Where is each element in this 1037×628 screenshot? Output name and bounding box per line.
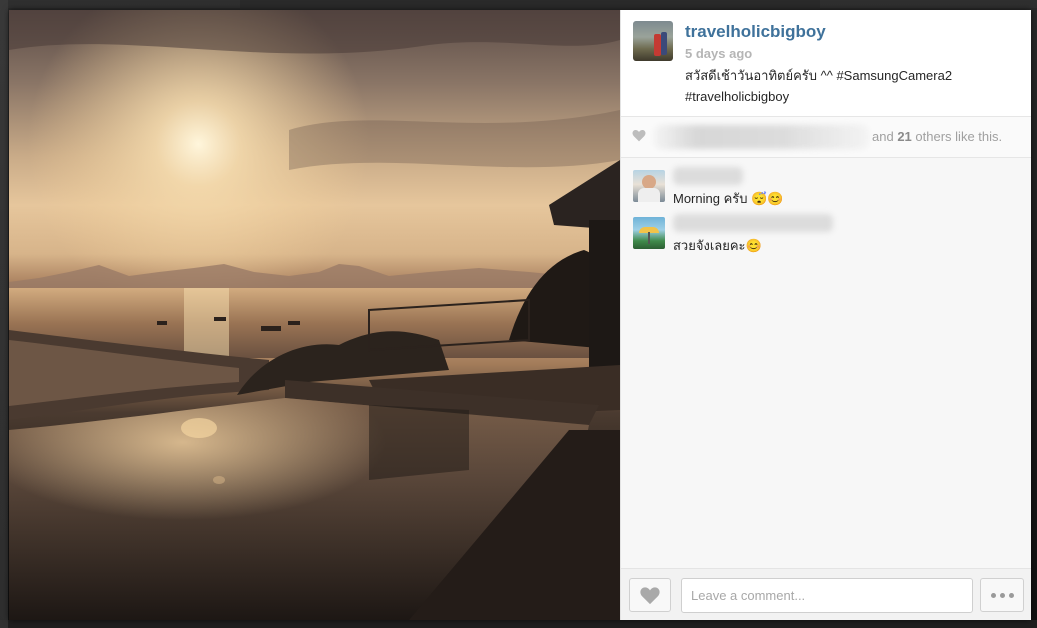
post-caption: สวัสดีเช้าวันอาทิตย์ครับ ^^ #SamsungCame… [685, 68, 953, 104]
commenter-avatar[interactable] [633, 217, 665, 249]
comment-item: Morning ครับ 😴😊 [621, 167, 1031, 210]
commenter-name-redacted [673, 167, 743, 185]
likes-others-count: 21 [897, 129, 912, 144]
likes-others-suffix: others like this. [915, 129, 1003, 144]
author-avatar[interactable] [633, 21, 673, 61]
post-header: travelholicbigboy 5 days ago สวัสดีเช้าว… [621, 10, 1031, 117]
post-photo[interactable] [9, 10, 620, 620]
comment-input[interactable] [681, 578, 973, 613]
liker-names-redacted [654, 125, 869, 149]
commenter-name-redacted [673, 214, 833, 232]
likes-and: and [872, 129, 894, 144]
like-button[interactable] [629, 578, 671, 612]
comment-item: สวยจังเลยคะ😊 [621, 214, 1031, 257]
heart-icon [640, 586, 660, 604]
background-tile [0, 620, 1037, 628]
comment-text: Morning ครับ 😴😊 [673, 191, 784, 206]
likes-summary: and 21 others like this. [621, 117, 1031, 158]
ellipsis-dot [990, 592, 996, 598]
post-timestamp[interactable]: 5 days ago [685, 46, 752, 61]
ellipsis-dot [999, 592, 1005, 598]
author-username[interactable]: travelholicbigboy [685, 22, 826, 42]
more-options-button[interactable] [980, 578, 1024, 612]
background-tile [820, 0, 1037, 8]
comment-footer [621, 568, 1031, 620]
avatar-figure [661, 32, 667, 55]
photo-scene [9, 10, 620, 620]
avatar-figure [654, 34, 661, 56]
ellipsis-dot [1008, 592, 1014, 598]
comment-text: สวยจังเลยคะ😊 [673, 238, 762, 253]
heart-icon [632, 130, 646, 142]
commenter-avatar[interactable] [633, 170, 665, 202]
likes-count-text[interactable]: and 21 others like this. [872, 129, 1002, 144]
background-tile [0, 0, 240, 8]
post-modal: travelholicbigboy 5 days ago สวัสดีเช้าว… [9, 10, 1031, 620]
post-details-panel: travelholicbigboy 5 days ago สวัสดีเช้าว… [620, 10, 1031, 620]
